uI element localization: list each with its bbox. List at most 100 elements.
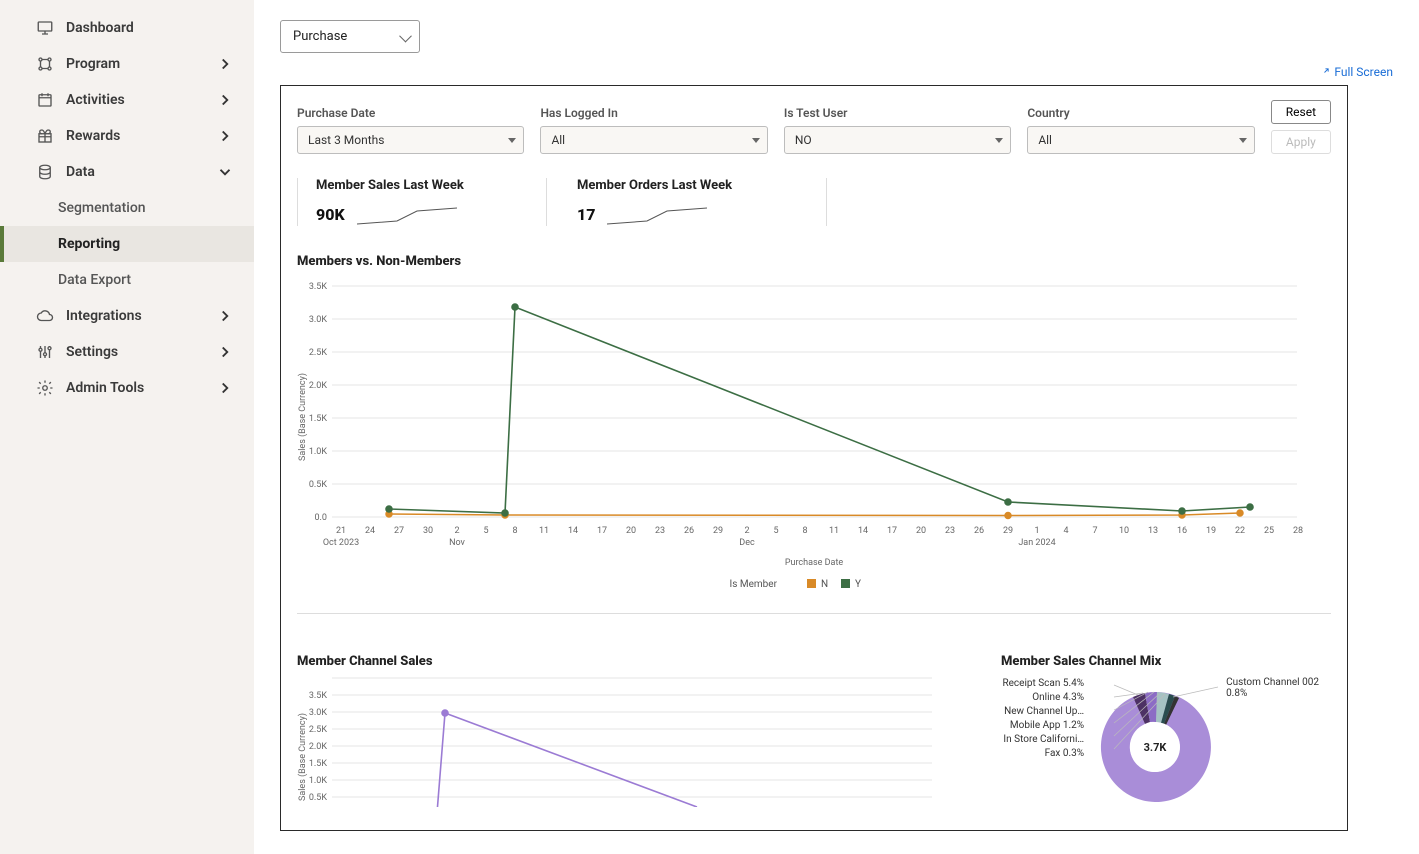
svg-text:14: 14 — [568, 526, 578, 536]
filters-row: Purchase Date Last 3 Months Has Logged I… — [297, 100, 1331, 154]
program-icon — [36, 55, 54, 73]
svg-text:29: 29 — [713, 526, 723, 536]
sidebar-item-rewards[interactable]: Rewards — [0, 118, 254, 154]
svg-text:26: 26 — [974, 526, 984, 536]
chevron-right-icon — [216, 343, 234, 361]
kpi-member-sales: Member Sales Last Week 90K — [297, 178, 547, 226]
sidebar-item-program[interactable]: Program — [0, 46, 254, 82]
calendar-icon — [36, 91, 54, 109]
sidebar-item-label: Rewards — [66, 128, 120, 144]
kpi-title: Member Sales Last Week — [316, 178, 528, 193]
svg-text:Sales (Base Currency): Sales (Base Currency) — [297, 713, 308, 801]
kpi-member-orders: Member Orders Last Week 17 — [577, 178, 827, 226]
svg-text:26: 26 — [684, 526, 694, 536]
svg-text:Nov: Nov — [449, 538, 465, 548]
chevron-right-icon — [216, 307, 234, 325]
sidebar-item-label: Program — [66, 56, 120, 72]
svg-text:28: 28 — [1293, 526, 1303, 536]
report-select[interactable]: Purchase — [280, 20, 420, 53]
svg-text:3.7K: 3.7K — [1144, 741, 1168, 754]
fullscreen-link[interactable]: Full Screen — [1319, 65, 1393, 79]
sidebar-item-admin-tools[interactable]: Admin Tools — [0, 370, 254, 406]
sidebar-item-data[interactable]: Data — [0, 154, 254, 190]
svg-text:3.0K: 3.0K — [309, 708, 327, 718]
svg-text:3.5K: 3.5K — [309, 282, 327, 292]
main-content: Purchase Full Screen Purchase Date Last … — [254, 0, 1419, 854]
cloud-icon — [36, 307, 54, 325]
chevron-right-icon — [216, 379, 234, 397]
pie-right-labels: Custom Channel 002 0.8% — [1226, 677, 1331, 811]
svg-text:5: 5 — [773, 526, 778, 536]
svg-text:Oct 2023: Oct 2023 — [323, 538, 359, 548]
filter-purchase-date[interactable]: Last 3 Months — [297, 126, 524, 154]
sidebar-item-settings[interactable]: Settings — [0, 334, 254, 370]
sidebar: Dashboard Program Activities Rewards — [0, 0, 254, 854]
report-select-wrap[interactable]: Purchase — [280, 20, 420, 53]
sidebar-item-label: Data — [66, 164, 95, 180]
sidebar-item-integrations[interactable]: Integrations — [0, 298, 254, 334]
chevron-right-icon — [216, 127, 234, 145]
pie-left-labels: Receipt Scan 5.4% Online 4.3% New Channe… — [1001, 677, 1084, 811]
filter-is-test-user[interactable]: NO — [784, 126, 1011, 154]
svg-text:2.0K: 2.0K — [309, 742, 327, 752]
svg-text:Dec: Dec — [739, 538, 755, 548]
svg-text:1.5K: 1.5K — [309, 759, 327, 769]
dashboard-frame: Purchase Date Last 3 Months Has Logged I… — [280, 85, 1348, 831]
svg-text:2.5K: 2.5K — [309, 348, 327, 358]
svg-text:19: 19 — [1206, 526, 1216, 536]
chart-title-channel-mix: Member Sales Channel Mix — [1001, 654, 1331, 669]
svg-text:5: 5 — [483, 526, 488, 536]
svg-text:Y: Y — [855, 579, 861, 590]
filter-label-is-test-user: Is Test User — [784, 106, 1011, 120]
kpi-row: Member Sales Last Week 90K Member Orders… — [297, 178, 1331, 226]
svg-text:7: 7 — [1092, 526, 1097, 536]
svg-text:3.0K: 3.0K — [309, 315, 327, 325]
filter-has-logged-in[interactable]: All — [540, 126, 767, 154]
svg-text:21: 21 — [336, 526, 346, 536]
svg-text:1.0K: 1.0K — [309, 447, 327, 457]
svg-text:8: 8 — [512, 526, 517, 536]
svg-text:23: 23 — [655, 526, 665, 536]
sidebar-sub-segmentation[interactable]: Segmentation — [0, 190, 254, 226]
filter-country[interactable]: All — [1027, 126, 1254, 154]
svg-text:20: 20 — [626, 526, 636, 536]
sidebar-item-dashboard[interactable]: Dashboard — [0, 10, 254, 46]
kpi-value: 17 — [577, 205, 595, 224]
svg-text:2.5K: 2.5K — [309, 725, 327, 735]
expand-icon — [1319, 67, 1330, 78]
chart-member-channel-sales: 0.5K 1.0K 1.5K 2.0K 2.5K 3.0K 3.5K Sales… — [297, 677, 937, 807]
sidebar-item-label: Admin Tools — [66, 380, 144, 396]
sidebar-item-label: Settings — [66, 344, 118, 360]
gear-icon — [36, 379, 54, 397]
svg-text:1.0K: 1.0K — [309, 776, 327, 786]
svg-text:Is Member: Is Member — [730, 579, 778, 590]
apply-button[interactable]: Apply — [1271, 130, 1331, 154]
svg-text:Purchase Date: Purchase Date — [785, 558, 844, 568]
svg-text:11: 11 — [829, 526, 839, 536]
svg-text:Sales (Base Currency): Sales (Base Currency) — [297, 373, 308, 461]
chevron-right-icon — [216, 55, 234, 73]
sidebar-item-activities[interactable]: Activities — [0, 82, 254, 118]
svg-text:13: 13 — [1148, 526, 1158, 536]
filter-label-purchase-date: Purchase Date — [297, 106, 524, 120]
svg-text:16: 16 — [1177, 526, 1187, 536]
chart-members-vs-nonmembers: 0.0 0.5K 1.0K 1.5K 2.0K 2.5K 3.0K 3.5K S… — [297, 277, 1331, 601]
svg-text:2: 2 — [454, 526, 459, 536]
svg-text:N: N — [821, 579, 828, 590]
svg-text:11: 11 — [539, 526, 549, 536]
kpi-value: 90K — [316, 205, 345, 224]
svg-text:3.5K: 3.5K — [309, 691, 327, 701]
sidebar-sub-reporting[interactable]: Reporting — [0, 226, 254, 262]
chart-channel-mix-pie: 3.7K — [1090, 677, 1220, 807]
monitor-icon — [36, 19, 54, 37]
sidebar-sub-data-export[interactable]: Data Export — [0, 262, 254, 298]
chevron-right-icon — [216, 91, 234, 109]
sidebar-item-label: Dashboard — [66, 20, 134, 36]
svg-text:1: 1 — [1034, 526, 1039, 536]
svg-text:10: 10 — [1119, 526, 1129, 536]
svg-text:25: 25 — [1264, 526, 1274, 536]
svg-text:Jan 2024: Jan 2024 — [1018, 538, 1055, 548]
reset-button[interactable]: Reset — [1271, 100, 1331, 124]
database-icon — [36, 163, 54, 181]
sidebar-item-label: Integrations — [66, 308, 142, 324]
